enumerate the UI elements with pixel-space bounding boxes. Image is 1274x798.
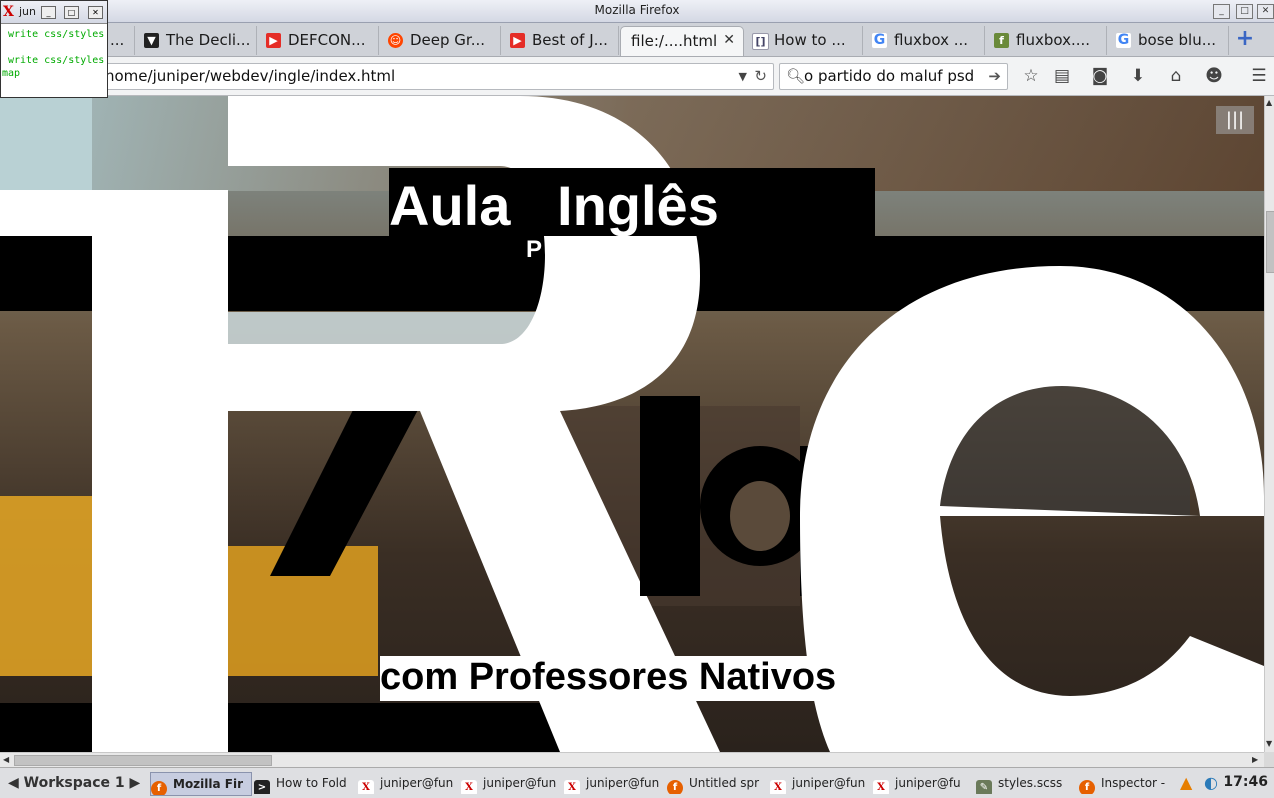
- tab-bar: ... ▼ The Decli... ▶ DEFCON... ☺ Deep Gr…: [0, 23, 1274, 57]
- reddit-icon: ☺: [388, 33, 403, 48]
- terminal-line: map: [2, 68, 21, 79]
- close-button[interactable]: ✕: [1257, 4, 1274, 19]
- taskbar-item[interactable]: Xjuniper@fun: [358, 772, 458, 794]
- arrow-left-icon[interactable]: ◀: [8, 775, 24, 791]
- scroll-down-icon[interactable]: ▼: [1266, 739, 1272, 748]
- reload-icon[interactable]: ↻: [754, 64, 767, 89]
- taskbar-item[interactable]: > How to Fold: [254, 772, 354, 794]
- terminal-line: write css/styles: [8, 55, 105, 66]
- taskbar-item[interactable]: ✎ styles.scss: [976, 772, 1076, 794]
- chevron-down-icon[interactable]: ▼: [739, 64, 747, 89]
- xterm-icon: X: [873, 780, 889, 794]
- terminal-line: write css/styles: [8, 29, 105, 40]
- horizontal-scrollbar[interactable]: ◀ ▶: [0, 752, 1264, 767]
- tab-8[interactable]: f fluxbox....: [986, 26, 1107, 55]
- network-icon[interactable]: ◐: [1204, 772, 1224, 794]
- taskbar-item[interactable]: f Untitled spr: [667, 772, 767, 794]
- tab-0[interactable]: ...: [106, 26, 135, 55]
- search-input[interactable]: 🔍︎ o partido do maluf psd ➔: [779, 63, 1008, 90]
- terminal-icon: >: [254, 780, 270, 794]
- tab-4[interactable]: ▶ Best of J...: [502, 26, 619, 55]
- download-icon[interactable]: ⬇: [1127, 65, 1149, 87]
- tab-5-active[interactable]: file:/....html ✕: [620, 26, 744, 56]
- workspace-switcher[interactable]: ◀ Workspace 1 ▶: [8, 772, 140, 794]
- bookmark-star-icon[interactable]: ☆: [1020, 65, 1042, 87]
- terminal-close-button[interactable]: ✕: [88, 6, 103, 19]
- page-viewport[interactable]: Aula Inglês P sivas com Professores Nati…: [0, 96, 1264, 752]
- xterm-icon: X: [770, 780, 786, 794]
- terminal-titlebar[interactable]: X jun _ □ ✕: [1, 1, 107, 24]
- pocket-icon[interactable]: ◙: [1089, 65, 1111, 87]
- tab-7[interactable]: G fluxbox ...: [864, 26, 985, 55]
- close-tab-icon[interactable]: ✕: [723, 32, 735, 48]
- reading-list-icon[interactable]: ▤: [1051, 65, 1073, 87]
- chat-icon[interactable]: ☻: [1203, 65, 1225, 87]
- fluxbox-icon: f: [994, 33, 1009, 48]
- youtube-icon: ▶: [266, 33, 281, 48]
- taskbar-item[interactable]: f Inspector -: [1079, 772, 1171, 794]
- taskbar: ◀ Workspace 1 ▶ f Mozilla Fir > How to Fol…: [0, 767, 1274, 798]
- window-title: Mozilla Firefox: [594, 3, 680, 17]
- taskbar-item[interactable]: f Mozilla Fir: [150, 772, 252, 796]
- arrow-right-icon[interactable]: ▶: [130, 775, 141, 791]
- maximize-button[interactable]: □: [1236, 4, 1253, 19]
- url-bar[interactable]: home/juniper/webdev/ingle/index.html ▼ ↻: [100, 63, 774, 90]
- youtube-icon: ▶: [510, 33, 525, 48]
- taskbar-item[interactable]: Xjuniper@fun: [564, 772, 664, 794]
- terminal-maximize-button[interactable]: □: [64, 6, 79, 19]
- taskbar-item[interactable]: Xjuniper@fun: [770, 772, 870, 794]
- tab-6[interactable]: [] How to ...: [744, 26, 863, 55]
- navigation-toolbar: home/juniper/webdev/ingle/index.html ▼ ↻…: [0, 57, 1274, 96]
- tab-1[interactable]: ▼ The Decli...: [136, 26, 257, 55]
- scroll-thumb[interactable]: [14, 755, 272, 766]
- terminal-window[interactable]: X jun _ □ ✕ write css/styles write css/s…: [0, 0, 108, 98]
- xterm-icon: X: [358, 780, 374, 794]
- taskbar-item[interactable]: Xjuniper@fun: [461, 772, 561, 794]
- bird-icon: ▼: [144, 33, 159, 48]
- home-icon[interactable]: ⌂: [1165, 65, 1187, 87]
- firefox-icon: f: [667, 780, 683, 794]
- hero-subheading: P sivas: [526, 236, 695, 263]
- window-titlebar[interactable]: Mozilla Firefox _ □ ✕: [0, 0, 1274, 23]
- url-text: home/juniper/webdev/ingle/index.html: [105, 67, 396, 85]
- firefox-icon: f: [151, 781, 167, 795]
- new-tab-button[interactable]: +: [1233, 27, 1257, 51]
- scroll-thumb[interactable]: [1266, 211, 1274, 273]
- xterm-icon: X: [564, 780, 580, 794]
- xterm-icon: X: [461, 780, 477, 794]
- google-icon: G: [872, 32, 887, 48]
- terminal-minimize-button[interactable]: _: [41, 6, 56, 19]
- hero-tagline: com Professores Nativos: [380, 656, 841, 701]
- brackets-icon: []: [752, 33, 769, 50]
- scroll-up-icon[interactable]: ▲: [1266, 98, 1272, 107]
- vlc-icon[interactable]: ▲: [1180, 772, 1200, 794]
- hamburger-menu-button[interactable]: |||: [1216, 106, 1254, 134]
- google-icon: G: [1116, 32, 1131, 48]
- arrow-right-icon[interactable]: ➔: [988, 64, 1001, 89]
- search-text: o partido do maluf psd: [804, 67, 975, 85]
- xterm-icon: X: [3, 4, 14, 20]
- vertical-scrollbar[interactable]: ▲ ▼: [1264, 96, 1274, 752]
- tab-2[interactable]: ▶ DEFCON...: [258, 26, 379, 55]
- clock: 17:46: [1223, 774, 1268, 790]
- scroll-left-icon[interactable]: ◀: [3, 755, 9, 764]
- tab-9[interactable]: G bose blu...: [1108, 26, 1229, 55]
- menu-icon[interactable]: ☰: [1248, 65, 1270, 87]
- hero-heading: Aula Inglês: [389, 174, 719, 237]
- editor-icon: ✎: [976, 780, 992, 794]
- search-icon: 🔍︎: [786, 67, 806, 85]
- scroll-right-icon[interactable]: ▶: [1252, 755, 1258, 764]
- firefox-icon: f: [1079, 780, 1095, 794]
- tab-3[interactable]: ☺ Deep Gr...: [380, 26, 501, 55]
- minimize-button[interactable]: _: [1213, 4, 1230, 19]
- taskbar-item[interactable]: Xjuniper@fu: [873, 772, 973, 794]
